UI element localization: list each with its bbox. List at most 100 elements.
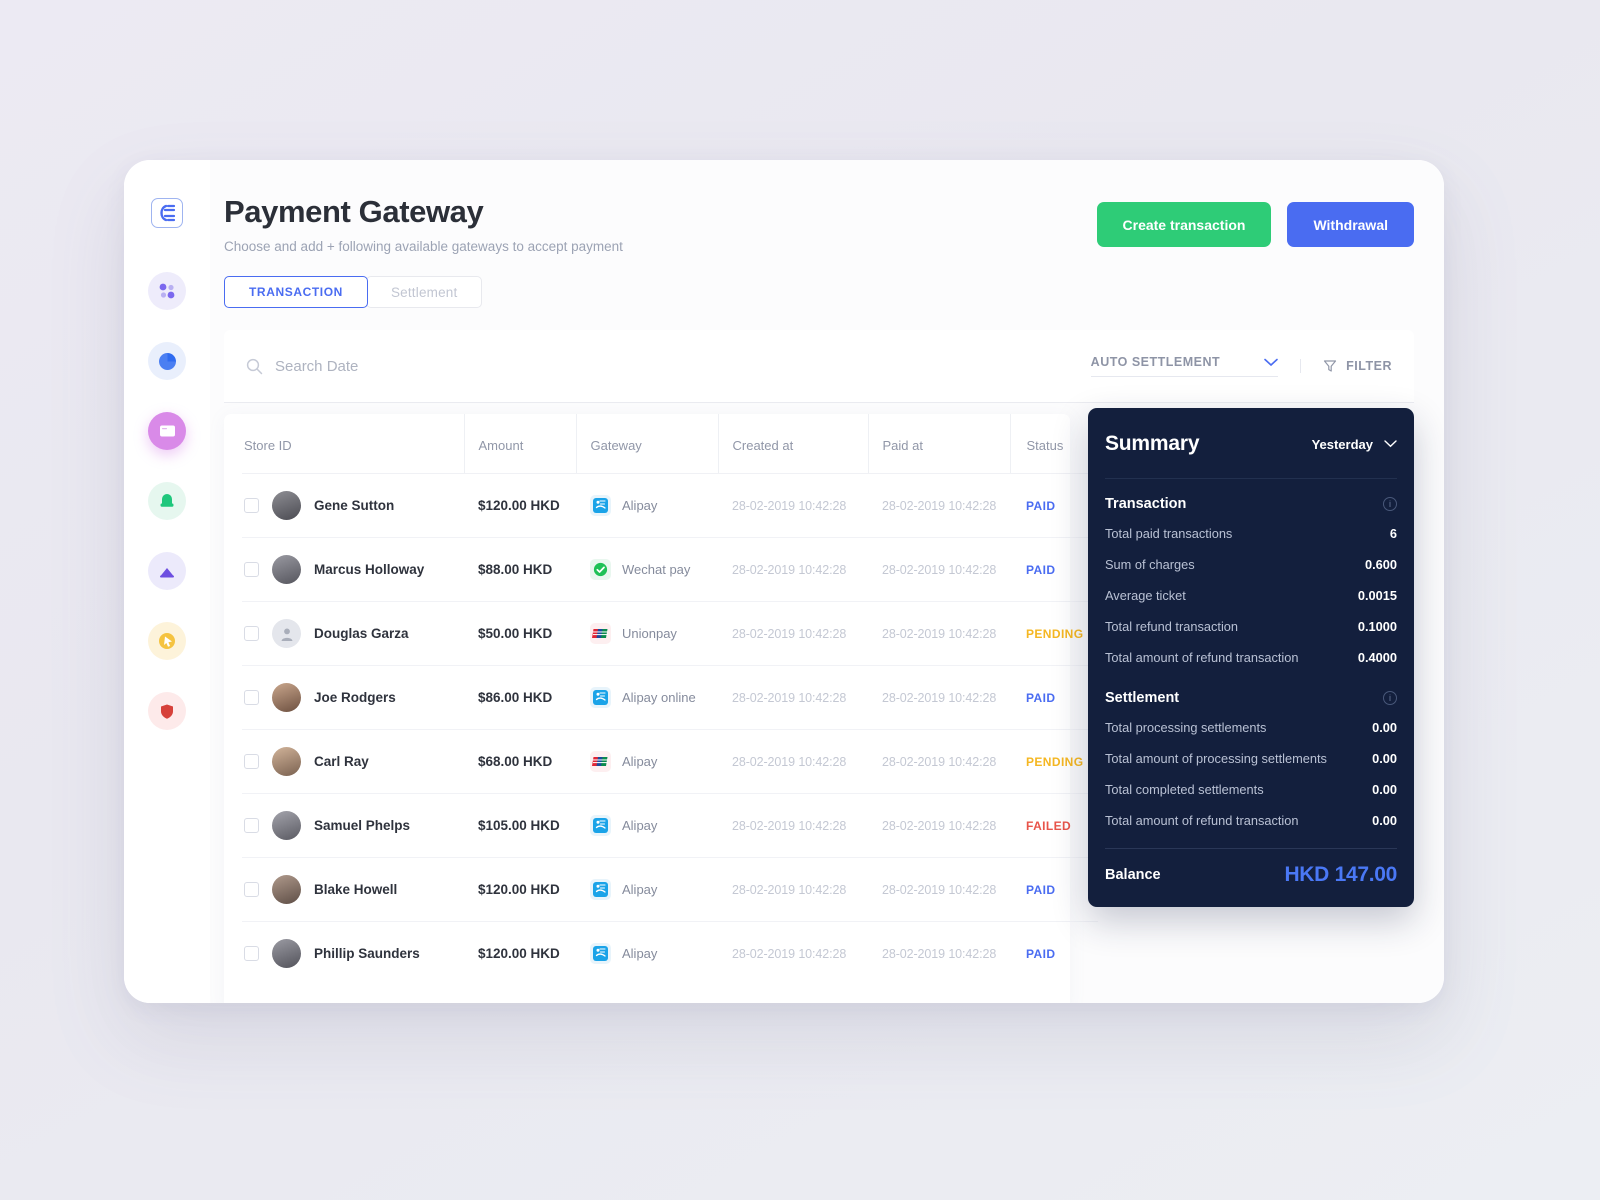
sidebar-item-analytics[interactable] xyxy=(148,272,186,310)
store-name: Joe Rodgers xyxy=(314,690,396,705)
withdrawal-button[interactable]: Withdrawal xyxy=(1287,202,1414,247)
table-row[interactable]: Douglas Garza $50.00 HKD Unionpay 28-02-201… xyxy=(242,601,1098,666)
alipay-icon xyxy=(590,815,611,836)
status-badge: FAILED xyxy=(1026,818,1072,833)
avatar xyxy=(272,747,301,776)
summary-settlement-row: Total completed settlements 0.00 xyxy=(1105,774,1397,805)
info-icon[interactable]: i xyxy=(1383,497,1397,511)
balance-row: Balance HKD 147.00 xyxy=(1105,853,1397,887)
sidebar-item-security[interactable] xyxy=(148,692,186,730)
avatar xyxy=(272,683,301,712)
settlement-select[interactable]: AUTO SETTLEMENT xyxy=(1090,355,1279,377)
tab-transaction[interactable]: TRANSACTION xyxy=(224,276,368,308)
paid-at-value: 28-02-2019 10:42:28 xyxy=(882,946,997,961)
avatar xyxy=(272,811,301,840)
row-checkbox[interactable] xyxy=(244,690,259,705)
payments-card-icon xyxy=(159,425,175,437)
created-at-value: 28-02-2019 10:42:28 xyxy=(732,818,847,833)
row-checkbox[interactable] xyxy=(244,946,259,961)
cell-status: PAID xyxy=(1010,922,1098,986)
search-icon xyxy=(246,358,263,374)
chevron-down-icon xyxy=(1384,440,1397,448)
store-name: Douglas Garza xyxy=(314,626,409,641)
table-row[interactable]: Marcus Holloway $88.00 HKD Wechat pay 28-02… xyxy=(242,537,1098,602)
created-at-value: 28-02-2019 10:42:28 xyxy=(732,498,847,513)
amount-value: $86.00 HKD xyxy=(478,690,553,705)
cell-gateway: Unionpay xyxy=(576,601,718,666)
row-checkbox[interactable] xyxy=(244,562,259,577)
created-at-value: 28-02-2019 10:42:28 xyxy=(732,882,847,897)
paid-at-value: 28-02-2019 10:42:28 xyxy=(882,690,997,705)
gateway-name: Wechat pay xyxy=(622,562,691,577)
summary-period-select[interactable]: Yesterday xyxy=(1312,437,1397,452)
cell-paid-at: 28-02-2019 10:42:28 xyxy=(868,857,1010,922)
cell-created-at: 28-02-2019 10:42:28 xyxy=(718,922,868,986)
paid-at-value: 28-02-2019 10:42:28 xyxy=(882,818,997,833)
row-checkbox[interactable] xyxy=(244,882,259,897)
filter-button[interactable]: FILTER xyxy=(1300,359,1392,373)
tab-settlement[interactable]: Settlement xyxy=(365,276,483,308)
header-actions: Create transaction Withdrawal xyxy=(1096,194,1414,247)
amount-value: $68.00 HKD xyxy=(478,754,553,769)
cell-paid-at: 28-02-2019 10:42:28 xyxy=(868,473,1010,538)
cell-created-at: 28-02-2019 10:42:28 xyxy=(718,537,868,602)
create-transaction-button[interactable]: Create transaction xyxy=(1096,202,1272,247)
sidebar-item-payments[interactable] xyxy=(148,412,186,450)
row-checkbox[interactable] xyxy=(244,754,259,769)
app-window: Payment Gateway Choose and add + followi… xyxy=(124,160,1444,1003)
summary-transaction-row: Average ticket 0.0015 xyxy=(1105,580,1397,611)
filter-label: FILTER xyxy=(1346,359,1392,373)
cell-status: PAID xyxy=(1010,537,1098,602)
table-row[interactable]: Phillip Saunders $120.00 HKD Alipay 28-02-2… xyxy=(242,922,1098,986)
amount-value: $120.00 HKD xyxy=(478,946,560,961)
row-checkbox[interactable] xyxy=(244,498,259,513)
amount-value: $120.00 HKD xyxy=(478,882,560,897)
row-checkbox[interactable] xyxy=(244,818,259,833)
gateway-name: Alipay xyxy=(622,818,658,833)
search-input[interactable] xyxy=(275,357,615,375)
sidebar-item-media[interactable] xyxy=(148,552,186,590)
table-row[interactable]: Samuel Phelps $105.00 HKD Alipay 28-02-2019… xyxy=(242,793,1098,858)
paid-at-value: 28-02-2019 10:42:28 xyxy=(882,754,997,769)
sidebar-item-reports[interactable] xyxy=(148,342,186,380)
summary-transaction-title: Transaction xyxy=(1105,496,1187,512)
table-row[interactable]: Blake Howell $120.00 HKD Alipay 28-02-2019 … xyxy=(242,857,1098,922)
cell-created-at: 28-02-2019 10:42:28 xyxy=(718,793,868,858)
cell-store-id: Blake Howell xyxy=(242,857,464,922)
store-name: Samuel Phelps xyxy=(314,818,411,833)
summary-row-label: Average ticket xyxy=(1105,588,1186,603)
amount-value: $88.00 HKD xyxy=(478,562,553,577)
summary-row-value: 0.00 xyxy=(1372,720,1397,735)
gateway-name: Alipay xyxy=(622,754,658,769)
table-row[interactable]: Gene Sutton $120.00 HKD Alipay 28-02-2019 1… xyxy=(242,473,1098,538)
created-at-value: 28-02-2019 10:42:28 xyxy=(732,562,847,577)
alipay-icon xyxy=(590,687,611,708)
summary-row-label: Total amount of refund transaction xyxy=(1105,650,1299,665)
column-header-store-id: Store ID xyxy=(242,414,464,474)
cell-gateway: Alipay xyxy=(576,473,718,538)
cursor-click-icon xyxy=(159,633,175,649)
summary-row-label: Total paid transactions xyxy=(1105,526,1233,541)
cell-amount: $86.00 HKD xyxy=(464,665,576,730)
row-checkbox[interactable] xyxy=(244,626,259,641)
cell-store-id: Samuel Phelps xyxy=(242,793,464,858)
paid-at-value: 28-02-2019 10:42:28 xyxy=(882,498,997,513)
logo-badge[interactable] xyxy=(151,198,183,228)
sidebar-item-clicks[interactable] xyxy=(148,622,186,660)
avatar xyxy=(272,619,301,648)
cell-created-at: 28-02-2019 10:42:28 xyxy=(718,601,868,666)
info-icon[interactable]: i xyxy=(1383,691,1397,705)
cell-gateway: Wechat pay xyxy=(576,537,718,602)
table-row[interactable]: Joe Rodgers $86.00 HKD Alipay online 28-02-… xyxy=(242,665,1098,730)
amount-value: $120.00 HKD xyxy=(478,498,560,513)
created-at-value: 28-02-2019 10:42:28 xyxy=(732,946,847,961)
status-badge: PAID xyxy=(1026,498,1056,513)
transactions-table-card: Store ID Amount Gateway Created at Paid … xyxy=(224,414,1098,1003)
avatar xyxy=(272,555,301,584)
table-row[interactable]: Carl Ray $68.00 HKD Alipay 28-02-2019 10:42… xyxy=(242,729,1098,794)
filter-icon xyxy=(1324,360,1337,372)
summary-settlement-rows: Total processing settlements 0.00 Total am… xyxy=(1105,712,1397,836)
store-name: Marcus Holloway xyxy=(314,562,425,577)
sidebar-item-messages[interactable] xyxy=(148,482,186,520)
summary-settlement-section-header: Settlement i xyxy=(1105,673,1397,712)
